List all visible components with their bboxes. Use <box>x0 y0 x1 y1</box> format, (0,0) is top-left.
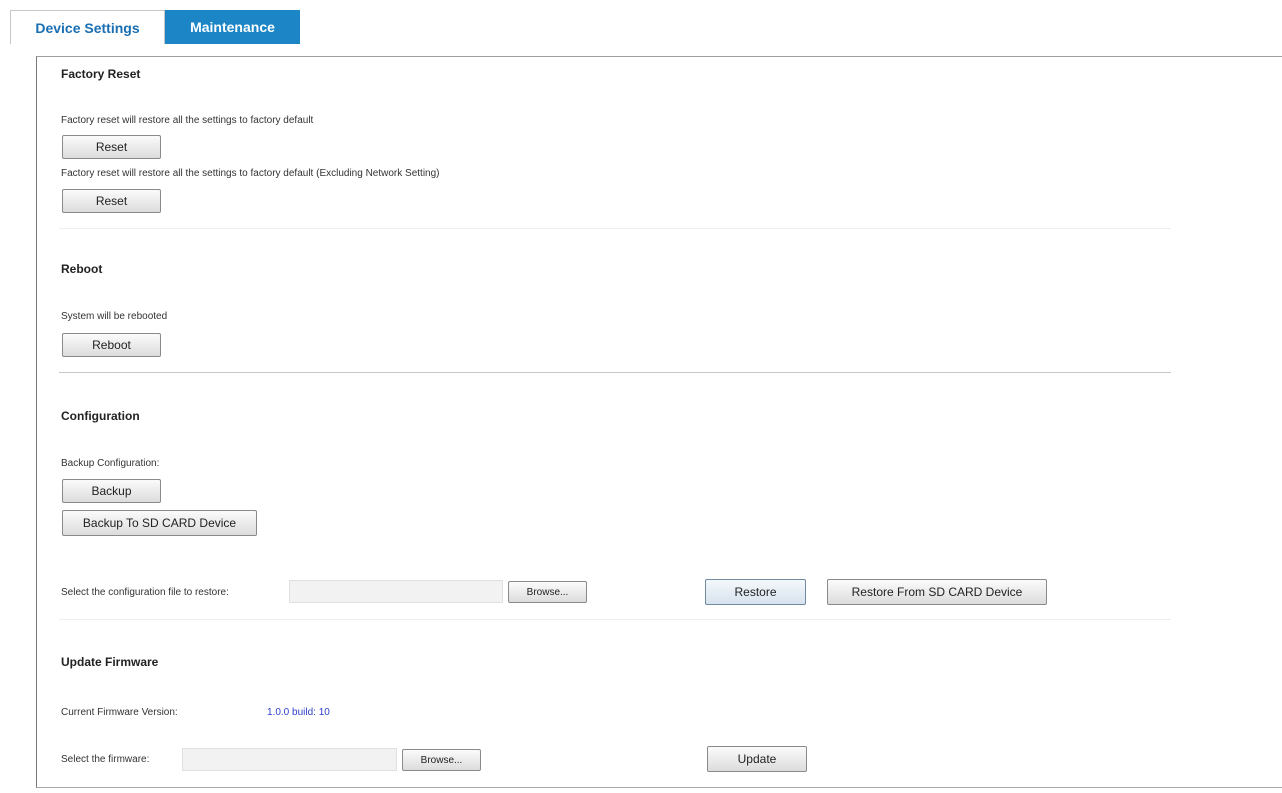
select-firmware-prompt: Select the firmware: <box>61 754 150 765</box>
section-divider <box>59 619 1171 620</box>
backup-configuration-label: Backup Configuration: <box>61 458 160 469</box>
update-firmware-button[interactable]: Update <box>707 746 807 772</box>
firmware-version-label: Current Firmware Version: <box>61 707 178 718</box>
restore-config-browse-button[interactable]: Browse... <box>508 581 587 603</box>
reboot-heading: Reboot <box>61 262 103 276</box>
tab-device-settings[interactable]: Device Settings <box>10 10 165 44</box>
backup-to-sd-card-button[interactable]: Backup To SD CARD Device <box>62 510 257 536</box>
firmware-version-value: 1.0.0 build: 10 <box>267 707 330 718</box>
restore-from-sd-card-button[interactable]: Restore From SD CARD Device <box>827 579 1047 605</box>
factory-reset-description: Factory reset will restore all the setti… <box>61 115 314 126</box>
tab-maintenance[interactable]: Maintenance <box>165 10 300 44</box>
maintenance-panel: Factory Reset Factory reset will restore… <box>36 56 1282 788</box>
section-divider <box>59 228 1171 229</box>
tab-bar: Device Settings Maintenance <box>10 10 300 44</box>
restore-config-prompt: Select the configuration file to restore… <box>61 587 229 598</box>
section-divider <box>59 372 1171 373</box>
restore-config-file-input[interactable] <box>289 580 503 603</box>
reboot-description: System will be rebooted <box>61 311 168 322</box>
configuration-heading: Configuration <box>61 409 140 423</box>
factory-reset-button[interactable]: Reset <box>62 135 161 159</box>
factory-reset-excluding-network-button[interactable]: Reset <box>62 189 161 213</box>
factory-reset-heading: Factory Reset <box>61 67 141 81</box>
update-firmware-heading: Update Firmware <box>61 655 159 669</box>
factory-reset-excluding-network-description: Factory reset will restore all the setti… <box>61 168 440 179</box>
restore-button[interactable]: Restore <box>705 579 806 605</box>
firmware-file-input[interactable] <box>182 748 397 771</box>
reboot-button[interactable]: Reboot <box>62 333 161 357</box>
backup-button[interactable]: Backup <box>62 479 161 503</box>
firmware-browse-button[interactable]: Browse... <box>402 749 481 771</box>
